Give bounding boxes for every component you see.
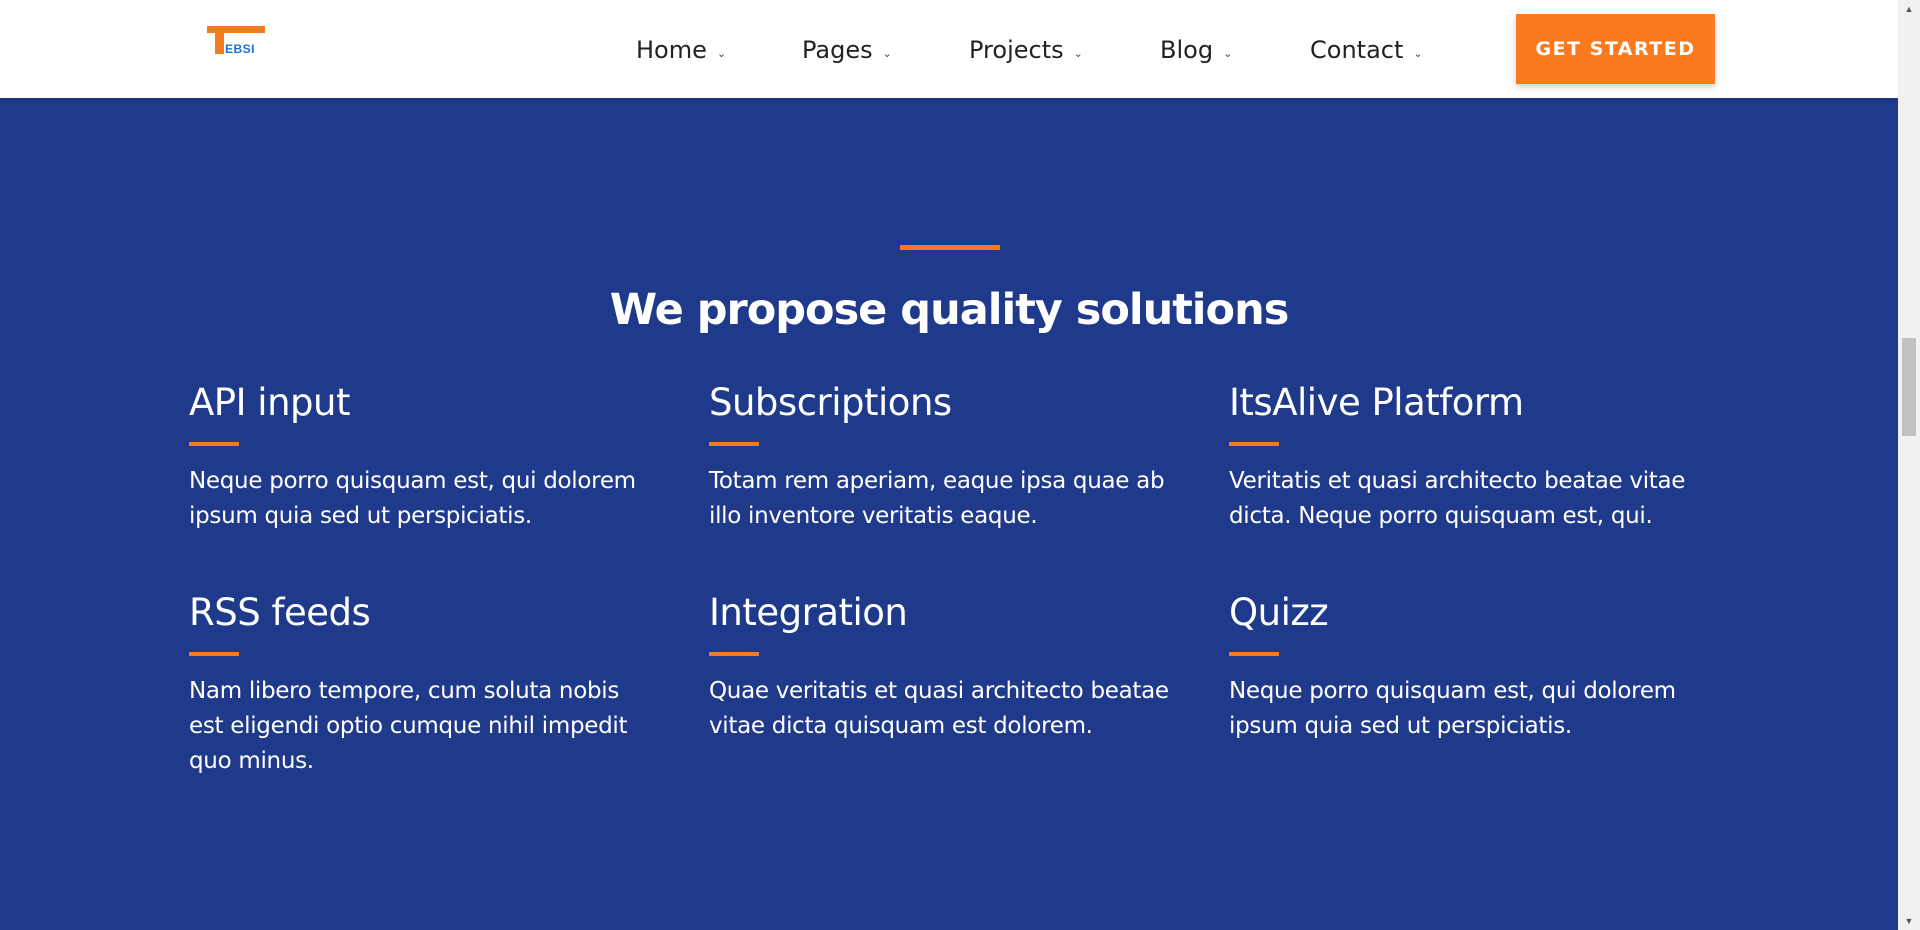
feature-title: API input (189, 381, 350, 424)
feature-rule (709, 652, 759, 656)
feature-integration: Integration Quae veritatis et quasi arch… (709, 591, 1179, 744)
chevron-down-icon: ⌄ (1223, 46, 1233, 60)
chevron-down-icon: ⌄ (716, 46, 727, 60)
scrollbar-thumb[interactable] (1902, 338, 1916, 436)
section-title: We propose quality solutions (609, 285, 1290, 335)
chevron-down-icon: ⌄ (1413, 46, 1423, 60)
feature-rule (189, 442, 239, 446)
feature-rule (709, 442, 759, 446)
feature-rss-feeds: RSS feeds Nam libero tempore, cum soluta… (189, 591, 659, 779)
feature-text: Veritatis et quasi architecto beatae vit… (1229, 468, 1686, 529)
logo-text: EBSI (225, 42, 256, 56)
section-title-rule (900, 245, 1000, 250)
nav-item-home[interactable]: Home ⌄ (636, 30, 726, 70)
feature-text: Totam rem aperiam, eaque ipsa quae ab il… (709, 468, 1165, 529)
scroll-down-arrow-icon[interactable]: ▼ (1898, 912, 1920, 930)
feature-title: ItsAlive Platform (1229, 381, 1524, 424)
feature-text: Quae veritatis et quasi architecto beata… (709, 678, 1169, 739)
nav-item-blog[interactable]: Blog ⌄ (1160, 30, 1232, 70)
feature-rule (1229, 442, 1279, 446)
page-scrollbar[interactable]: ▲ ▼ (1898, 0, 1920, 930)
nav-item-contact[interactable]: Contact ⌄ (1310, 30, 1423, 70)
feature-title: Integration (709, 591, 908, 634)
nav-item-projects[interactable]: Projects ⌄ (969, 30, 1083, 70)
logo-stem (215, 26, 224, 54)
feature-text: Neque porro quisquam est, qui dolorem ip… (189, 468, 636, 529)
nav-item-pages[interactable]: Pages ⌄ (802, 30, 892, 70)
feature-api-input: API input Neque porro quisquam est, qui … (189, 381, 659, 534)
chevron-down-icon: ⌄ (1073, 46, 1083, 60)
feature-title: RSS feeds (189, 591, 371, 634)
feature-title: Subscriptions (709, 381, 952, 424)
feature-itsalive-platform: ItsAlive Platform Veritatis et quasi arc… (1229, 381, 1699, 534)
page: EBSI Home ⌄ Pages ⌄ Projects ⌄ Blog ⌄ Co… (0, 0, 1898, 930)
feature-text: Nam libero tempore, cum soluta nobis est… (189, 678, 628, 774)
nav-item-label: Blog (1160, 36, 1214, 64)
feature-text: Neque porro quisquam est, qui dolorem ip… (1229, 678, 1676, 739)
scroll-up-arrow-icon[interactable]: ▲ (1898, 0, 1920, 18)
site-header: EBSI Home ⌄ Pages ⌄ Projects ⌄ Blog ⌄ Co… (0, 0, 1898, 98)
chevron-down-icon: ⌄ (882, 46, 892, 60)
nav-item-label: Pages (802, 36, 873, 64)
feature-quizz: Quizz Neque porro quisquam est, qui dolo… (1229, 591, 1699, 744)
feature-title: Quizz (1229, 591, 1329, 634)
feature-rule (189, 652, 239, 656)
feature-rule (1229, 652, 1279, 656)
nav-item-label: Home (636, 36, 707, 64)
site-logo[interactable]: EBSI (207, 26, 267, 58)
feature-subscriptions: Subscriptions Totam rem aperiam, eaque i… (709, 381, 1179, 534)
nav-item-label: Projects (969, 36, 1064, 64)
nav-item-label: Contact (1310, 36, 1404, 64)
get-started-button[interactable]: GET STARTED (1516, 14, 1715, 84)
